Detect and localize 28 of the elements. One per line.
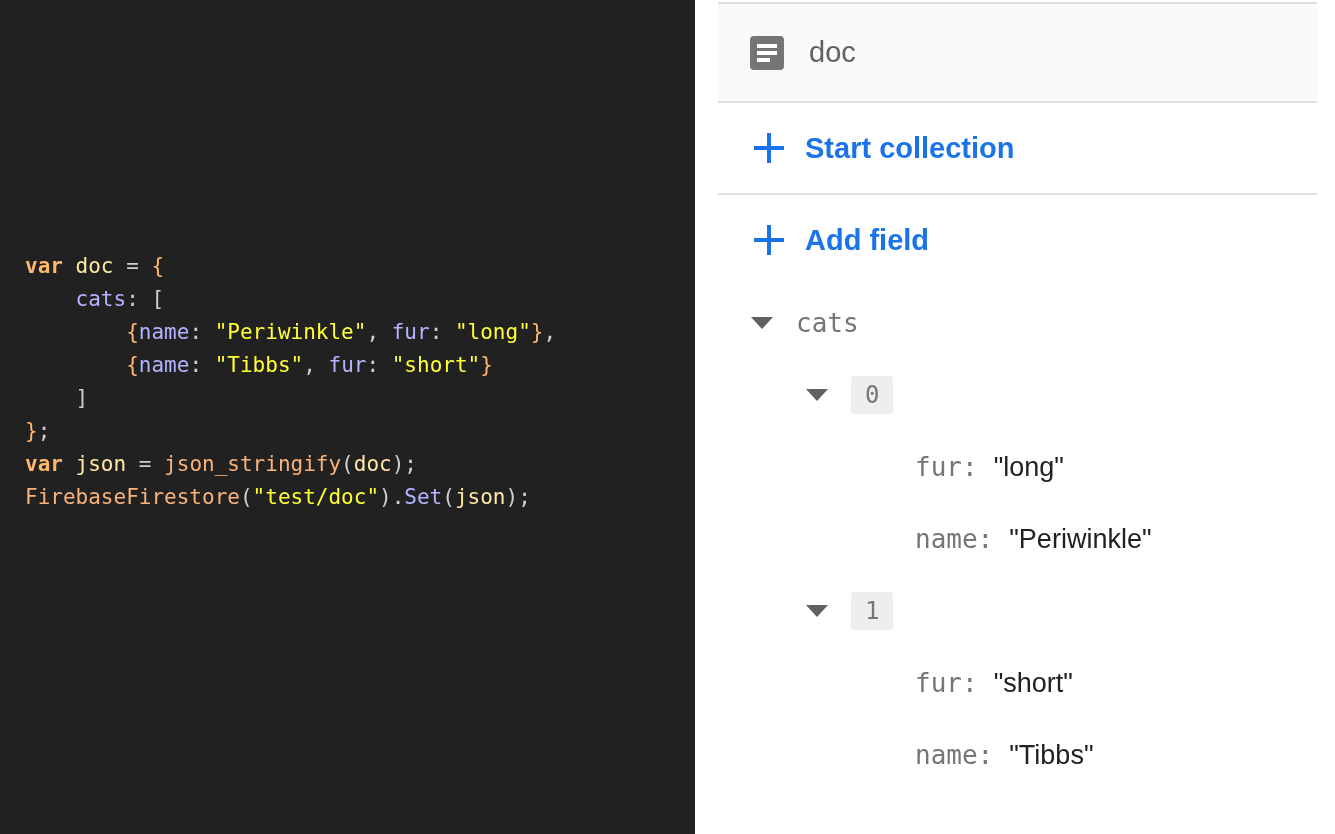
code-line: cats: [	[74, 286, 165, 313]
add-link[interactable]: Add field	[753, 223, 930, 257]
caret-icon[interactable]	[750, 316, 774, 330]
field-key: fur:	[915, 452, 978, 482]
document-icon	[750, 35, 784, 70]
field-key: name:	[915, 524, 994, 554]
plus-icon	[753, 132, 785, 164]
index-badge: 0	[851, 376, 894, 414]
code-line: {name: "Tibbs", fur: "short"}	[125, 352, 493, 379]
caret-icon[interactable]	[805, 604, 829, 618]
field-key: fur:	[915, 668, 978, 698]
code-line: };	[25, 418, 51, 445]
index-badge: 1	[851, 592, 894, 630]
code-line: ]	[74, 385, 89, 412]
field-value: "long"	[993, 451, 1064, 483]
code-line: FirebaseFirestore("test/doc").Set(json);	[25, 484, 531, 511]
plus-icon	[753, 224, 785, 256]
code-line: var doc = {	[25, 253, 165, 280]
document-title: doc	[809, 36, 856, 69]
field-key: cats	[796, 308, 859, 338]
field-value: "Periwinkle"	[1009, 523, 1152, 555]
field-value: "short"	[993, 667, 1073, 699]
code-line: {name: "Periwinkle", fur: "long"},	[125, 319, 557, 346]
field-value: "Tibbs"	[1009, 739, 1094, 771]
add-link[interactable]: Start collection	[753, 131, 1015, 165]
caret-icon[interactable]	[805, 388, 829, 402]
field-key: name:	[915, 740, 994, 770]
code-line: var json = json_stringify(doc);	[25, 451, 417, 478]
